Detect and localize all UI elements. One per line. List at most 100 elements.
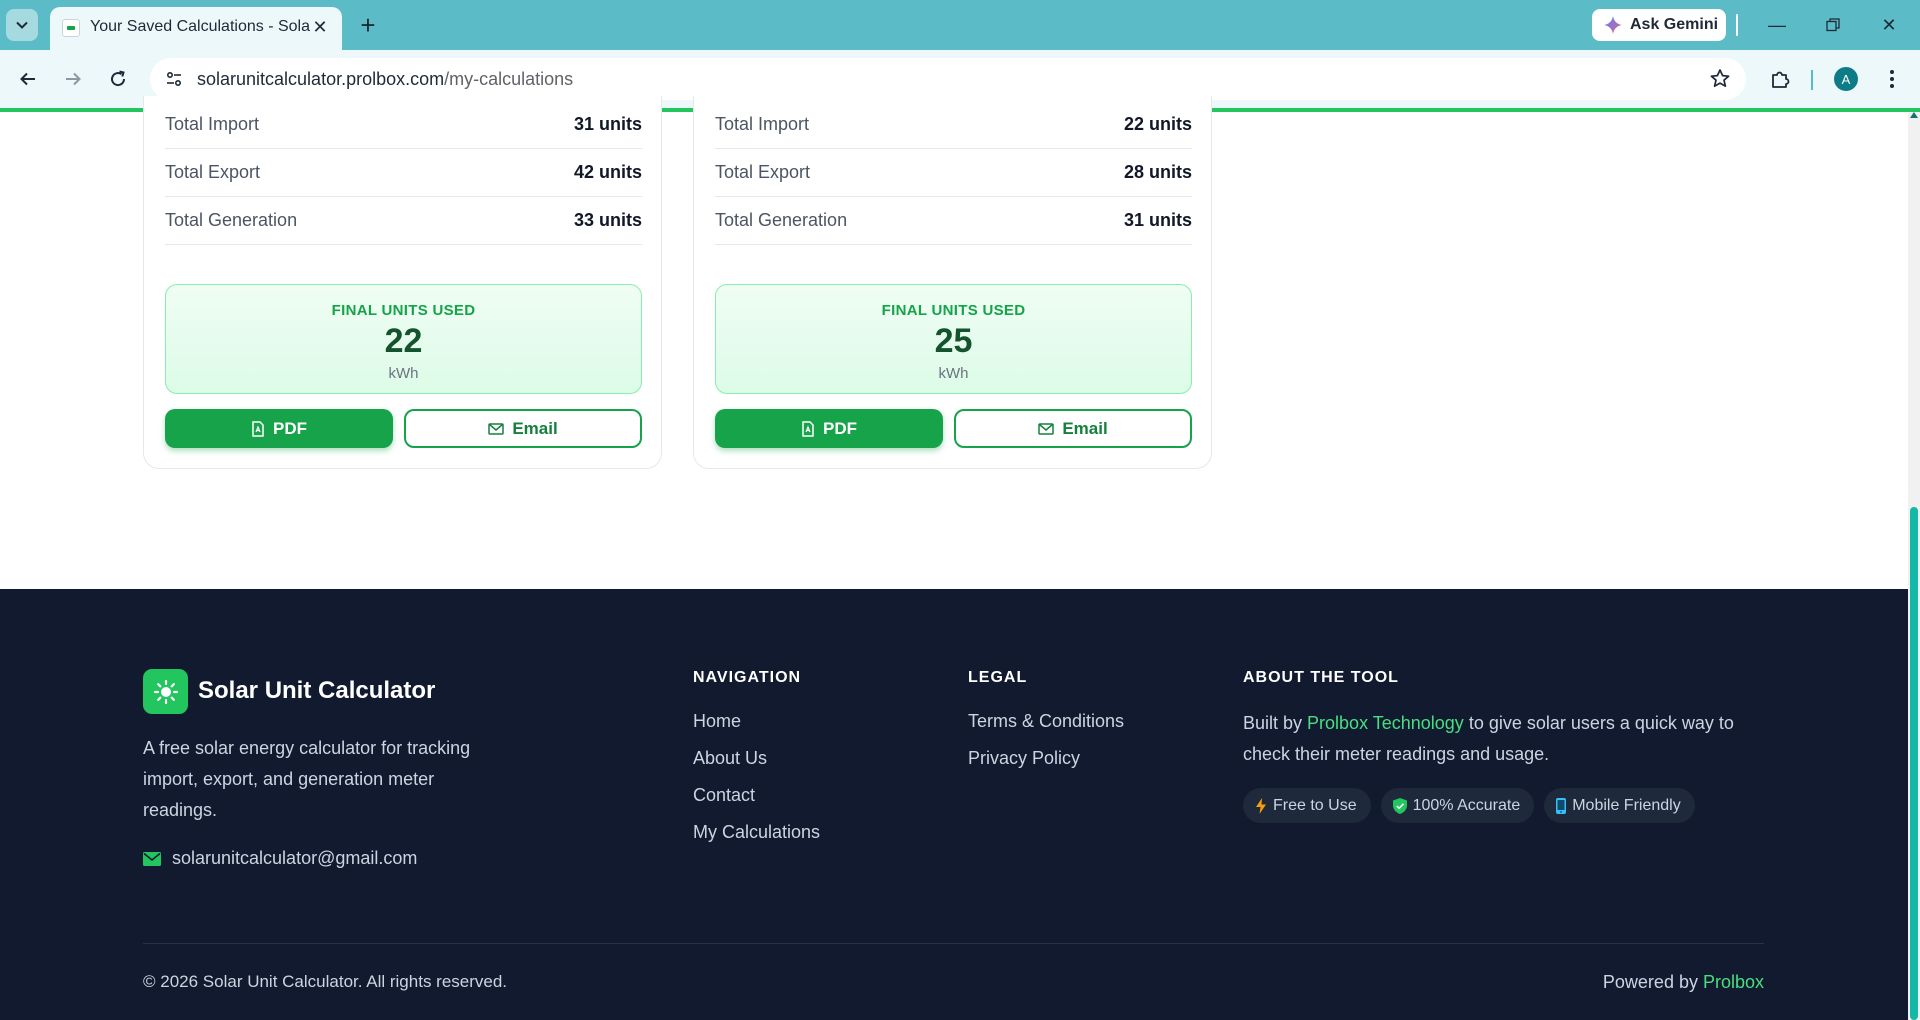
badge-mobile-friendly: Mobile Friendly <box>1544 788 1695 823</box>
site-footer: Solar Unit Calculator A free solar energ… <box>0 589 1908 1020</box>
row-value: 31 units <box>573 114 642 134</box>
ask-gemini-label: Ask Gemini <box>1630 16 1719 33</box>
powered-by-prefix: Powered by <box>1602 972 1703 992</box>
toolbar-divider <box>1736 14 1738 36</box>
footer-brand-description: A free solar energy calculator for track… <box>143 738 471 820</box>
about-text-before: Built by <box>1243 713 1308 733</box>
total-generation-row: Total Generation 33 units <box>165 197 642 245</box>
email-button-label: Email <box>1062 418 1108 438</box>
footer-link-terms[interactable]: Terms & Conditions <box>968 708 1124 745</box>
total-import-row: Total Import 22 units <box>715 101 1192 149</box>
url-text: solarunitcalculator.prolbox.com/my-calcu… <box>197 69 573 90</box>
footer-contact-email[interactable]: solarunitcalculator@gmail.com <box>143 848 417 869</box>
contact-email-text: solarunitcalculator@gmail.com <box>172 848 418 868</box>
reload-icon[interactable] <box>102 63 134 95</box>
final-units-label: FINAL UNITS USED <box>331 302 476 319</box>
about-tool-text: Built by Prolbox Technology to give sola… <box>1243 708 1783 770</box>
calculation-card: Total Import 31 units Total Export 42 un… <box>143 96 662 469</box>
footer-link-about-us[interactable]: About Us <box>693 745 820 782</box>
feature-badges: Free to Use 100% Accurate Mobile Friendl… <box>1243 788 1695 823</box>
row-value: 22 units <box>1123 114 1192 134</box>
row-label: Total Generation <box>715 210 848 230</box>
lightning-icon <box>1256 797 1266 814</box>
sun-logo-icon[interactable] <box>143 669 188 714</box>
browser-tab-bar: Your Saved Calculations - Solar ✕ + Ask … <box>0 0 1920 50</box>
mobile-phone-icon <box>1556 797 1567 814</box>
legal-links: Terms & Conditions Privacy Policy <box>968 708 1124 782</box>
scroll-up-arrow-icon[interactable] <box>1910 112 1918 118</box>
scrollbar-thumb[interactable] <box>1910 507 1918 1020</box>
pdf-button[interactable]: PDF <box>165 409 393 448</box>
page-scrollbar[interactable] <box>1908 112 1920 1020</box>
new-tab-button[interactable]: + <box>352 9 384 41</box>
row-label: Total Export <box>165 162 261 182</box>
row-label: Total Import <box>165 114 260 134</box>
row-value: 31 units <box>1123 210 1192 230</box>
calculation-card: Total Import 22 units Total Export 28 un… <box>693 96 1212 469</box>
footer-divider <box>143 943 1764 944</box>
back-arrow-icon[interactable] <box>12 63 44 95</box>
final-units-box: FINAL UNITS USED 22 kWh <box>165 284 642 394</box>
footer-link-home[interactable]: Home <box>693 708 820 745</box>
badge-label: Free to Use <box>1273 796 1357 814</box>
row-label: Total Export <box>715 162 811 182</box>
restore-icon[interactable] <box>1810 8 1856 42</box>
tab-close-icon[interactable]: ✕ <box>308 15 332 39</box>
pdf-file-icon <box>252 420 264 437</box>
forward-arrow-icon[interactable] <box>57 63 89 95</box>
email-button[interactable]: Email <box>404 409 642 448</box>
total-export-row: Total Export 42 units <box>165 149 642 197</box>
final-units-value: 25 <box>934 322 973 360</box>
row-value: 33 units <box>573 210 642 230</box>
final-units-box: FINAL UNITS USED 25 kWh <box>715 284 1192 394</box>
extensions-puzzle-icon[interactable] <box>1764 63 1796 95</box>
badge-label: Mobile Friendly <box>1572 796 1681 814</box>
toolbar-separator <box>1811 70 1813 90</box>
footer-brand-name[interactable]: Solar Unit Calculator <box>198 677 435 705</box>
final-units-label: FINAL UNITS USED <box>881 302 1026 319</box>
ask-gemini-button[interactable]: Ask Gemini <box>1592 9 1726 41</box>
row-label: Total Import <box>715 114 810 134</box>
prolbox-technology-link[interactable]: Prolbox Technology <box>1307 713 1464 733</box>
footer-link-privacy[interactable]: Privacy Policy <box>968 745 1124 782</box>
pdf-button[interactable]: PDF <box>715 409 943 448</box>
profile-avatar[interactable]: A <box>1834 67 1858 91</box>
total-export-row: Total Export 28 units <box>715 149 1192 197</box>
footer-link-my-calculations[interactable]: My Calculations <box>693 819 820 856</box>
badge-label: 100% Accurate <box>1412 796 1521 814</box>
row-value: 28 units <box>1123 162 1192 182</box>
tab-title: Your Saved Calculations - Solar <box>90 18 310 35</box>
tab-search-button[interactable] <box>6 9 38 41</box>
footer-link-contact[interactable]: Contact <box>693 782 820 819</box>
final-units-unit: kWh <box>938 365 969 382</box>
window-close-icon[interactable]: ✕ <box>1866 8 1912 42</box>
legal-heading: LEGAL <box>968 669 1028 686</box>
pdf-file-icon <box>802 420 814 437</box>
gemini-sparkle-icon <box>1604 16 1622 34</box>
url-host: solarunitcalculator.prolbox.com <box>197 69 445 89</box>
active-tab[interactable]: Your Saved Calculations - Solar ✕ <box>50 7 342 50</box>
site-info-icon[interactable] <box>162 67 186 91</box>
powered-by: Powered by Prolbox <box>1603 972 1764 993</box>
more-menu-icon[interactable] <box>1876 63 1908 95</box>
total-generation-row: Total Generation 31 units <box>715 197 1192 245</box>
email-button[interactable]: Email <box>954 409 1192 448</box>
badge-accurate: 100% Accurate <box>1380 788 1535 823</box>
navigation-heading: NAVIGATION <box>693 669 802 686</box>
copyright-text: © 2026 Solar Unit Calculator. All rights… <box>143 972 508 991</box>
shield-check-icon <box>1392 797 1407 814</box>
navigation-links: Home About Us Contact My Calculations <box>693 708 820 856</box>
pdf-button-label: PDF <box>823 418 857 438</box>
total-import-row: Total Import 31 units <box>165 101 642 149</box>
envelope-icon <box>488 422 505 435</box>
chevron-down-icon <box>16 21 28 29</box>
minimize-icon[interactable]: — <box>1754 8 1800 42</box>
final-units-unit: kWh <box>388 365 419 382</box>
row-value: 42 units <box>573 162 642 182</box>
email-button-label: Email <box>512 418 558 438</box>
envelope-icon <box>1038 422 1055 435</box>
prolbox-link[interactable]: Prolbox <box>1703 972 1764 992</box>
bookmark-star-icon[interactable] <box>1708 67 1732 91</box>
url-path: /my-calculations <box>444 69 574 89</box>
address-bar[interactable]: solarunitcalculator.prolbox.com/my-calcu… <box>150 58 1746 100</box>
